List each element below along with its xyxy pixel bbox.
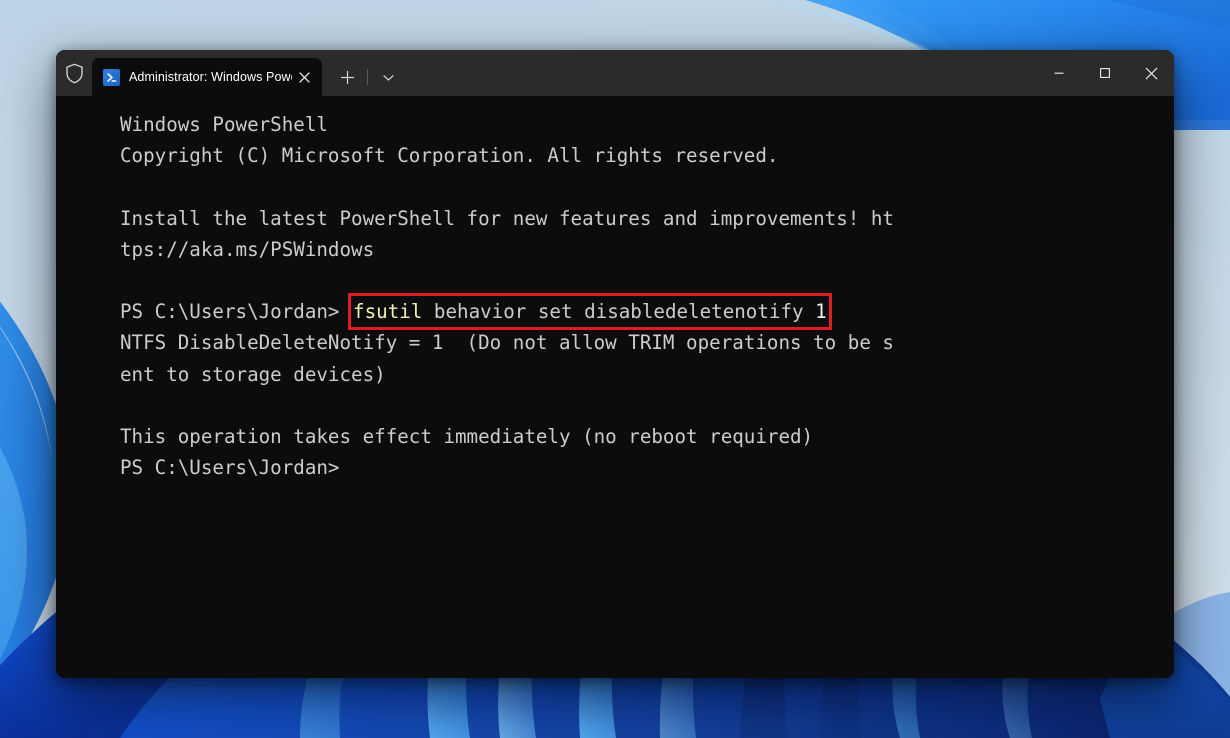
highlighted-command: fsutil behavior set disabledeletenotify … <box>348 293 832 331</box>
chevron-down-icon[interactable] <box>373 63 403 91</box>
console-banner-lines: Windows PowerShell Copyright (C) Microso… <box>120 109 1166 296</box>
desktop: Administrator: Windows Powe Windows Powe… <box>0 0 1230 738</box>
tab-title: Administrator: Windows Powe <box>129 70 292 84</box>
minimize-button[interactable] <box>1036 50 1082 96</box>
console-line: Windows PowerShell <box>120 113 328 136</box>
title-bar-drag-area[interactable] <box>403 50 1036 96</box>
shield-icon <box>56 50 92 96</box>
new-tab-button[interactable] <box>332 63 362 91</box>
maximize-button[interactable] <box>1082 50 1128 96</box>
console-line: tps://aka.ms/PSWindows <box>120 237 375 261</box>
window-title-bar[interactable]: Administrator: Windows Powe <box>56 50 1174 96</box>
powershell-icon <box>103 68 120 86</box>
command-arguments: behavior set disabledeletenotify <box>422 300 816 324</box>
console-output-area[interactable]: Windows PowerShell Copyright (C) Microso… <box>56 96 1174 678</box>
output-line: This operation takes effect immediately … <box>120 425 814 449</box>
console-line: Install the latest PowerShell for new fe… <box>120 206 894 230</box>
window-controls <box>1036 50 1174 96</box>
output-line: NTFS DisableDeleteNotify = 1 (Do not all… <box>120 331 894 355</box>
console-line: Copyright (C) Microsoft Corporation. All… <box>120 144 779 168</box>
terminal-tab[interactable]: Administrator: Windows Powe <box>92 58 322 96</box>
command-executable: fsutil <box>353 300 423 324</box>
prompt-text: PS C:\Users\Jordan> <box>120 300 352 324</box>
output-line-blank <box>120 390 1166 421</box>
final-prompt-line: PS C:\Users\Jordan> <box>120 456 340 480</box>
command-prompt-line: PS C:\Users\Jordan> fsutil behavior set … <box>120 293 1166 331</box>
close-button[interactable] <box>1128 50 1174 96</box>
command-output: NTFS DisableDeleteNotify = 1 (Do not all… <box>120 327 1166 452</box>
powershell-window: Administrator: Windows Powe Windows Powe… <box>56 50 1174 678</box>
toolbar-divider <box>367 69 368 85</box>
output-line: ent to storage devices) <box>120 362 386 386</box>
tab-toolbar <box>322 58 403 96</box>
command-value: 1 <box>815 300 827 324</box>
tab-close-icon[interactable] <box>292 65 316 89</box>
